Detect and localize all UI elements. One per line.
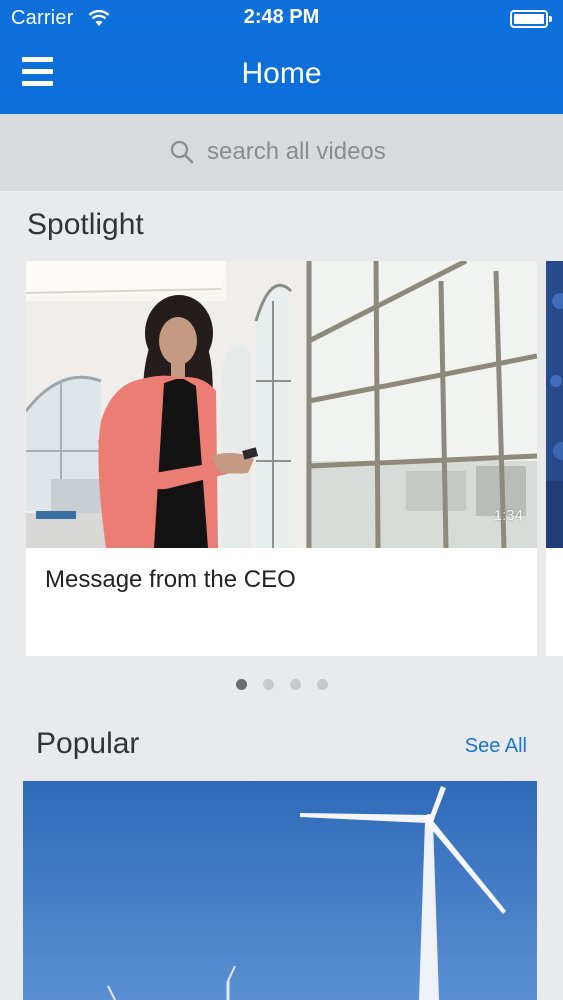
popular-video-card[interactable] <box>23 781 537 1000</box>
video-caption: Message from the CEO <box>45 566 296 593</box>
video-thumbnail <box>546 261 563 548</box>
app-header: Carrier 2:48 PM Home <box>0 0 563 114</box>
carousel-pager <box>0 679 563 690</box>
popular-heading: Popular <box>36 727 140 760</box>
pager-dot[interactable] <box>316 679 328 690</box>
battery-icon <box>510 10 552 28</box>
spotlight-video-card[interactable]: 1:34 Message from the CEO <box>26 261 537 656</box>
search-bar <box>0 114 563 191</box>
next-spotlight-card[interactable] <box>546 261 563 656</box>
search-input[interactable] <box>14 127 549 177</box>
status-time: 2:48 PM <box>243 6 320 28</box>
video-duration: 1:34 <box>493 507 523 524</box>
video-thumbnail <box>23 781 537 1000</box>
pager-dot[interactable] <box>289 679 301 690</box>
pager-dot[interactable] <box>262 679 274 690</box>
status-bar: Carrier 2:48 PM <box>0 0 563 38</box>
see-all-link[interactable]: See All <box>465 735 527 758</box>
page-title: Home <box>241 57 322 90</box>
video-thumbnail <box>26 261 537 548</box>
spotlight-heading: Spotlight <box>27 208 144 241</box>
pager-dot[interactable] <box>235 679 247 690</box>
